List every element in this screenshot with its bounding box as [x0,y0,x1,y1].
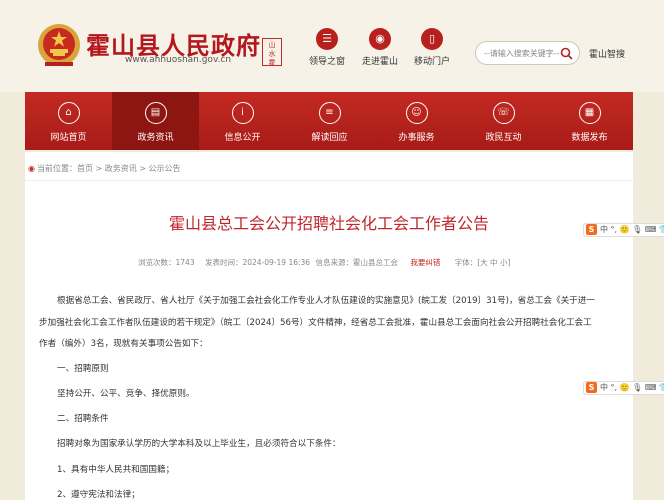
news-icon: ▤ [144,102,167,124]
nav-item-news[interactable]: ▤ 政务资讯 [112,92,199,150]
interact-icon: ☏ [492,102,515,124]
sogou-icon: S [586,224,597,235]
divider [25,180,633,181]
breadcrumb: ◉ 当前位置：首页 > 政务资讯 > 公示公告 [28,164,181,173]
link-enter-huoshan[interactable]: ◉ 走进霍山 [355,28,405,67]
search-input[interactable] [484,47,562,60]
search-icon[interactable] [560,47,573,60]
seal-logo: 山水霍 [262,38,282,67]
article-title: 霍山县总工会公开招聘社会化工会工作者公告 [168,214,489,233]
article-line: 1、具有中华人民共和国国籍； [57,465,175,475]
section-heading: 一、招聘原则 [57,364,109,374]
national-emblem-icon [38,24,80,66]
search-box [475,41,580,65]
info-source: 信息来源：霍山县总工会 [315,258,398,267]
interpret-icon: ≡ [318,102,341,124]
article-line: 作者（编外）3名，现就有关事项公告如下： [39,339,208,349]
site-header: 霍山县人民政府 www.ahhuoshan.gov.cn 山水霍 ☰ 领导之窗 … [0,0,664,92]
info-icon: i [231,102,254,124]
link-mobile-portal[interactable]: ▯ 移动门户 [407,28,457,67]
article-meta: 浏览次数：1743 发表时间：2024-09-19 16:36 信息来源：霍山县… [138,257,510,268]
section-heading: 二、招聘条件 [57,414,109,424]
article-line: 2、遵守宪法和法律； [57,490,140,500]
smart-search-link[interactable]: 霍山智搜 [589,47,625,60]
home-icon: ⌂ [57,102,80,124]
location-icon: ◉ [369,28,391,50]
nav-bar: ⌂ 网站首页 ▤ 政务资讯 i 信息公开 ≡ 解读回应 ☺ 办事服务 ☏ 政民互… [25,92,633,150]
view-count: 浏览次数：1743 [138,258,195,267]
sogou-icon: S [586,382,597,393]
article-line: 步加强社会化工会工作者队伍建设的若干规定》（皖工〔2024〕56号）文件精神，经… [39,318,592,328]
service-icon: ☺ [405,102,428,124]
nav-item-interpret[interactable]: ≡ 解读回应 [286,92,373,150]
font-size-selector[interactable]: 字体：[大 中 小] [455,258,511,267]
nav-item-interact[interactable]: ☏ 政民互动 [460,92,547,150]
breadcrumb-path[interactable]: 首页 > 政务资讯 > 公示公告 [77,164,181,173]
nav-item-info[interactable]: i 信息公开 [199,92,286,150]
publish-time: 发表时间：2024-09-19 16:36 [204,258,311,267]
article-line: 招聘对象为国家承认学历的大学本科及以上毕业生，且必须符合以下条件： [57,439,341,449]
main-nav: ⌂ 网站首页 ▤ 政务资讯 i 信息公开 ≡ 解读回应 ☺ 办事服务 ☏ 政民互… [0,92,664,150]
nav-item-home[interactable]: ⌂ 网站首页 [25,92,112,150]
article-line: 坚持公开、公平、竞争、择优原则。 [57,389,195,399]
data-icon: ▦ [578,102,601,124]
ime-toolbar[interactable]: S中 °, 🙂 🎙 ⌨ 👕 ⠿ [583,223,664,237]
link-leader-window[interactable]: ☰ 领导之窗 [302,28,352,67]
report-error-link[interactable]: 我要纠错 [410,258,440,267]
nav-item-service[interactable]: ☺ 办事服务 [373,92,460,150]
site-url: www.ahhuoshan.gov.cn [125,55,232,65]
nav-item-data[interactable]: ▦ 数据发布 [546,92,633,150]
location-pin-icon: ◉ [28,164,35,173]
mobile-icon: ▯ [421,28,443,50]
leader-icon: ☰ [316,28,338,50]
article-line: 根据省总工会、省民政厅、省人社厅《关于加强工会社会化工作专业人才队伍建设的实施意… [57,296,595,306]
ime-toolbar[interactable]: S中 °, 🙂 🎙 ⌨ 👕 ⠿ [583,381,664,395]
